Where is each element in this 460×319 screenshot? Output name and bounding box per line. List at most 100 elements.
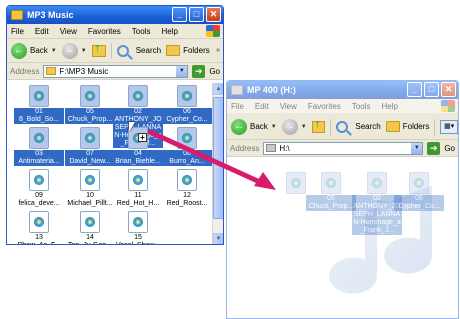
left-address-bar: Address F:\MP3 Music ▼ ➔ Go [7, 63, 223, 80]
forward-button[interactable]: → ▼ [281, 118, 307, 135]
right-title-bar[interactable]: MP 400 (H:) _ □ ✕ [227, 81, 458, 99]
right-explorer-window: MP 400 (H:) _ □ ✕ File Edit View Favorit… [226, 80, 459, 319]
chevron-down-icon[interactable]: ▼ [411, 142, 423, 154]
search-label: Search [355, 122, 381, 131]
mp3-file-icon [409, 172, 429, 194]
up-folder-icon[interactable] [311, 118, 326, 133]
back-button[interactable]: ← Back ▼ [11, 42, 57, 59]
folders-button[interactable]: Folders [385, 121, 430, 132]
chevron-down-icon[interactable]: ▼ [176, 65, 188, 77]
go-label[interactable]: Go [209, 67, 220, 76]
toolbar-separator [434, 118, 436, 135]
menu-edit[interactable]: Edit [255, 102, 269, 111]
chevron-down-icon: ▼ [270, 123, 277, 130]
maximize-button[interactable]: □ [189, 7, 204, 22]
scroll-thumb[interactable] [213, 97, 223, 219]
mp3-file-icon [321, 172, 341, 194]
file-item[interactable]: 06 Cypher_Co... [162, 85, 212, 124]
minimize-button[interactable]: _ [172, 7, 187, 22]
menu-edit[interactable]: Edit [35, 27, 49, 36]
left-menu-bar: File Edit View Favorites Tools Help [7, 24, 223, 39]
file-item[interactable]: 12 Red_Roost... [162, 169, 212, 208]
address-label: Address [10, 66, 40, 76]
folders-icon [166, 45, 181, 56]
file-item[interactable]: 09 felica_deve... [14, 169, 64, 208]
mp3-file-icon [29, 127, 49, 149]
file-item[interactable]: 15 Vocal_Shaw... [113, 211, 163, 244]
address-input[interactable]: F:\MP3 Music ▼ [43, 64, 189, 78]
mp3-file-icon [80, 169, 100, 191]
mp3-file-icon [128, 211, 148, 233]
folders-label: Folders [183, 46, 210, 55]
close-button[interactable]: ✕ [206, 7, 221, 22]
file-item[interactable]: 01 8_Bold_So... [14, 85, 64, 124]
file-label: 14 Ten_Ju-Goo... [68, 234, 112, 244]
file-item[interactable]: 10 Michael_Pillt... [65, 169, 115, 208]
windows-logo-icon [441, 100, 455, 112]
address-input[interactable]: H:\ ▼ [263, 141, 424, 155]
file-label: 10 Michael_Pillt... [67, 192, 113, 207]
minimize-button[interactable]: _ [407, 82, 422, 97]
menu-file[interactable]: File [11, 27, 24, 36]
folders-label: Folders [402, 122, 430, 131]
folders-button[interactable]: Folders [166, 45, 210, 56]
file-label: 13 Bhaw_As_F... [18, 234, 61, 244]
file-label: 07 David_New... [65, 150, 115, 166]
search-label: Search [135, 46, 162, 55]
menu-file[interactable]: File [231, 102, 244, 111]
menu-help[interactable]: Help [381, 102, 397, 111]
ghost-file-label: 06 Cypher_Co... [394, 195, 444, 211]
file-item[interactable]: 11 Red_Hot_H... [113, 169, 163, 208]
menu-view[interactable]: View [280, 102, 297, 111]
go-icon[interactable]: ➔ [192, 64, 206, 78]
drag-plus-icon: + [138, 133, 147, 142]
left-title-bar[interactable]: MP3 Music _ □ ✕ [7, 6, 223, 24]
left-explorer-window: MP3 Music _ □ ✕ File Edit View Favorites… [6, 5, 224, 245]
right-file-area: 05 Chuck_Prop... 02 ANTHONY_JO SEPH_LANNA… [227, 160, 458, 318]
search-button[interactable]: Search [116, 44, 162, 57]
menu-tools[interactable]: Tools [352, 102, 371, 111]
file-item[interactable]: 03 Antimateria... [14, 127, 64, 166]
search-icon [336, 120, 349, 133]
chevron-down-icon: ▼ [300, 123, 307, 130]
file-item[interactable]: 08 Burro_An... [162, 127, 212, 166]
file-item[interactable]: 14 Ten_Ju-Goo... [65, 211, 115, 244]
forward-icon: → [281, 118, 298, 135]
go-icon[interactable]: ➔ [427, 141, 441, 155]
close-button[interactable]: ✕ [441, 82, 456, 97]
maximize-button[interactable]: □ [424, 82, 439, 97]
back-label: Back [250, 122, 268, 131]
forward-button[interactable]: → ▼ [61, 42, 87, 59]
mp3-file-icon [80, 211, 100, 233]
file-item[interactable]: 13 Bhaw_As_F... [14, 211, 64, 244]
up-folder-icon[interactable] [91, 42, 106, 57]
mp3-file-icon [177, 169, 197, 191]
mouse-cursor [129, 122, 135, 132]
left-toolbar: ← Back ▼ → ▼ Search Folders » [7, 39, 223, 63]
menu-view[interactable]: View [60, 27, 77, 36]
file-item[interactable]: 07 David_New... [65, 127, 115, 166]
scroll-down-button[interactable]: ▼ [213, 233, 223, 244]
search-button[interactable]: Search [336, 120, 381, 133]
address-value: H:\ [279, 143, 290, 153]
menu-tools[interactable]: Tools [132, 27, 151, 36]
menu-favorites[interactable]: Favorites [88, 27, 121, 36]
scroll-up-button[interactable]: ▲ [213, 83, 223, 95]
back-button[interactable]: ← Back ▼ [231, 118, 277, 135]
toolbar-separator [110, 42, 112, 59]
go-label[interactable]: Go [444, 144, 455, 153]
mp3-file-icon [177, 85, 197, 107]
left-scrollbar[interactable]: ▲ ▼ [212, 83, 223, 244]
drive-icon [231, 85, 243, 95]
file-item[interactable]: 05 Chuck_Prop... [65, 85, 115, 124]
mp3-file-icon [29, 85, 49, 107]
mp3-file-icon [80, 85, 100, 107]
folder-icon [46, 67, 57, 75]
menu-help[interactable]: Help [161, 27, 177, 36]
window-folder-icon [11, 10, 23, 20]
views-button[interactable]: ▦▾ [440, 119, 458, 134]
toolbar-more-chevron[interactable]: » [216, 47, 220, 54]
file-label: 04 Brian_Biehle... [113, 150, 163, 166]
menu-favorites[interactable]: Favorites [308, 102, 341, 111]
file-label: 09 felica_deve... [18, 192, 60, 207]
